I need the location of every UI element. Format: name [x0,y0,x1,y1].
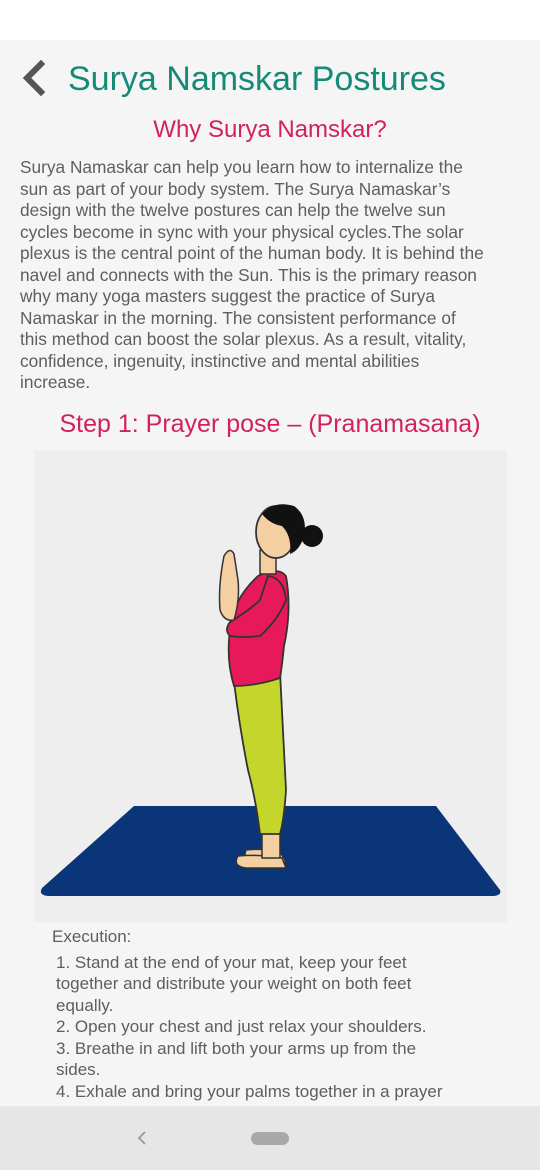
intro-line: cycles become in sync with your physical… [20,221,464,242]
header: Surya Namskar Postures [0,40,540,112]
intro-line: sun as part of your body system. The Sur… [20,178,451,199]
intro-line: increase. [20,372,91,392]
intro-line: Surya Namaskar can help you learn how to… [20,157,463,177]
nav-back-button[interactable] [130,1126,154,1150]
instruction-line: together and distribute your weight on b… [56,974,412,993]
prayer-hands [218,549,240,622]
intro-line: why many yoga masters suggest the practi… [20,286,435,306]
intro-line: this method can boost the solar plexus. … [20,329,467,349]
instruction-line: 3. Breathe in and lift both your arms up… [56,1038,417,1058]
intro-line: design with the twelve postures can help… [20,200,446,220]
nav-back-icon [137,1131,146,1145]
execution-label: Execution: [52,927,132,946]
step-title: Step 1: Prayer pose – (Pranamasana) [59,410,481,438]
instruction-line: 2. Open your chest and just relax your s… [56,1017,427,1036]
home-pill-icon[interactable] [251,1132,289,1145]
intro-text: Surya Namaskar can help you learn how to… [20,157,524,394]
instruction-line: 4. Exhale and bring your palms together … [56,1081,443,1101]
prayer-pose-illustration [34,450,507,922]
chevron-left-icon [22,60,46,96]
instruction-line: sides. [56,1060,101,1079]
execution-section: Execution: 1. Stand at the end of your m… [52,926,502,1102]
yoga-figure-illustration [40,504,501,896]
back-button[interactable] [14,58,54,98]
page-title: Surya Namskar Postures [68,60,446,98]
intro-line: Namaskar in the morning. The consistent … [20,307,456,328]
intro-heading: Why Surya Namskar? [153,116,387,143]
intro-line: plexus is the central point of the human… [20,243,484,263]
hair-bun [301,525,323,547]
status-bar [0,0,540,40]
intro-line: navel and connects with the Sun. This is… [20,264,477,285]
intro-line: confidence, ingenuity, instinctive and m… [20,350,420,371]
instruction-line: equally. [56,995,114,1015]
instruction-line: 1. Stand at the end of your mat, keep yo… [56,952,407,972]
system-nav-bar [0,1106,540,1170]
